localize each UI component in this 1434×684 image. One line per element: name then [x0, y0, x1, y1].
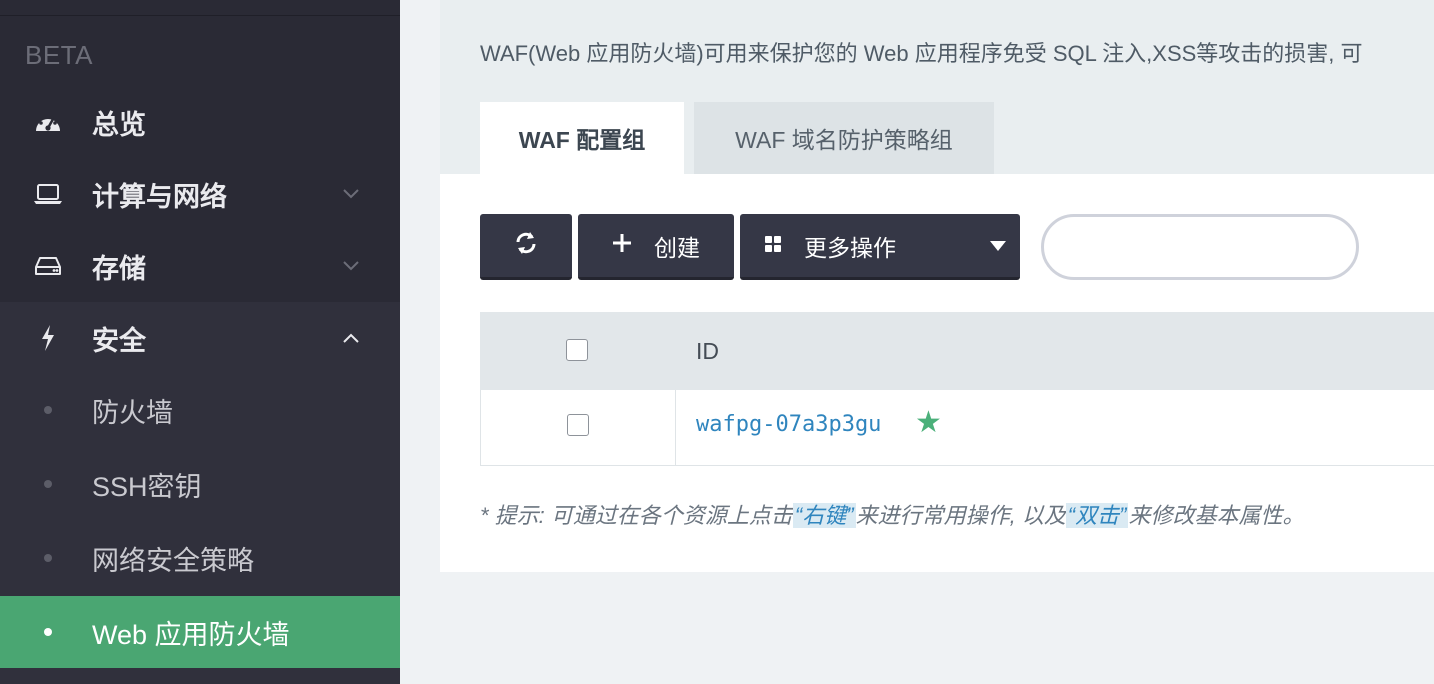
- panel-header: WAF(Web 应用防火墙)可用来保护您的 Web 应用程序免受 SQL 注入,…: [440, 0, 1434, 174]
- sidebar-item-security[interactable]: 安全: [0, 302, 400, 374]
- column-header-id: ID: [696, 338, 719, 364]
- dashboard-icon: [32, 106, 64, 138]
- create-button[interactable]: 创建: [578, 214, 734, 280]
- sidebar-divider: [0, 15, 400, 16]
- plus-icon: [612, 232, 632, 259]
- hint-suffix: 来修改基本属性。: [1128, 503, 1305, 528]
- table-header: ID: [480, 312, 1434, 390]
- bullet-icon: [44, 554, 52, 562]
- sidebar-item-label: 存储: [92, 253, 146, 284]
- star-icon[interactable]: ★: [915, 408, 942, 438]
- column-divider: [675, 390, 676, 465]
- more-actions-dropdown[interactable]: 更多操作: [740, 214, 1020, 280]
- tab-waf-domain-policy-group[interactable]: WAF 域名防护策略组: [694, 102, 994, 174]
- sidebar-item-label: 总览: [92, 109, 146, 140]
- sidebar-item-storage[interactable]: 存储: [0, 230, 400, 302]
- sidebar-subitem-label: SSH密钥: [92, 471, 202, 502]
- sidebar-item-overview[interactable]: 总览: [0, 86, 400, 158]
- search-input[interactable]: [1041, 214, 1359, 280]
- hint-prefix: * 提示: 可通过在各个资源上点击: [480, 503, 793, 528]
- beta-label: BETA: [25, 40, 93, 70]
- chevron-up-icon: [340, 327, 362, 349]
- laptop-icon: [32, 178, 64, 210]
- caret-down-icon: [990, 240, 1006, 251]
- hint-double-click: “双击”: [1065, 503, 1129, 528]
- sidebar-item-label: 计算与网络: [92, 181, 227, 212]
- sidebar-subitem-label: 防火墙: [92, 397, 173, 428]
- usage-hint: * 提示: 可通过在各个资源上点击“右键”来进行常用操作, 以及“双击”来修改基…: [480, 498, 1304, 530]
- refresh-icon: [513, 230, 539, 262]
- sidebar-subitem-firewall[interactable]: 防火墙: [0, 374, 400, 446]
- hint-middle: 来进行常用操作, 以及: [855, 503, 1066, 528]
- sidebar-subitem-network-security-policy[interactable]: 网络安全策略: [0, 522, 400, 594]
- sidebar-item-label: 安全: [92, 325, 146, 356]
- page-description: WAF(Web 应用防火墙)可用来保护您的 Web 应用程序免受 SQL 注入,…: [480, 41, 1363, 66]
- select-all-checkbox[interactable]: [566, 339, 588, 361]
- sidebar-subitem-label: 网络安全策略: [92, 545, 254, 576]
- table-row[interactable]: wafpg-07a3p3gu ★: [480, 390, 1434, 466]
- sidebar-subitem-ssh-keys[interactable]: SSH密钥: [0, 448, 400, 520]
- bullet-icon: [44, 406, 52, 414]
- tab-waf-config-group[interactable]: WAF 配置组: [480, 102, 684, 174]
- chevron-down-icon: [340, 183, 362, 205]
- sidebar: BETA 总览 计算与网络 存储 安全 防火墙 SSH密钥 网络安全策略 Web…: [0, 0, 400, 684]
- resource-id-link[interactable]: wafpg-07a3p3gu: [696, 412, 881, 437]
- bullet-icon: [44, 480, 52, 488]
- create-button-label: 创建: [654, 234, 700, 261]
- content-panel: WAF(Web 应用防火墙)可用来保护您的 Web 应用程序免受 SQL 注入,…: [440, 0, 1434, 572]
- bullet-icon: [44, 628, 52, 636]
- hint-right-click: “右键”: [792, 503, 856, 528]
- hdd-icon: [32, 250, 64, 282]
- bolt-icon: [32, 322, 64, 354]
- refresh-button[interactable]: [480, 214, 572, 280]
- sidebar-subitem-label: Web 应用防火墙: [92, 619, 290, 650]
- row-checkbox[interactable]: [567, 414, 589, 436]
- chevron-down-icon: [340, 255, 362, 277]
- sidebar-subitem-waf[interactable]: Web 应用防火墙: [0, 596, 400, 668]
- sidebar-item-compute-network[interactable]: 计算与网络: [0, 158, 400, 230]
- more-actions-label: 更多操作: [804, 234, 896, 261]
- grid-icon: [764, 232, 782, 259]
